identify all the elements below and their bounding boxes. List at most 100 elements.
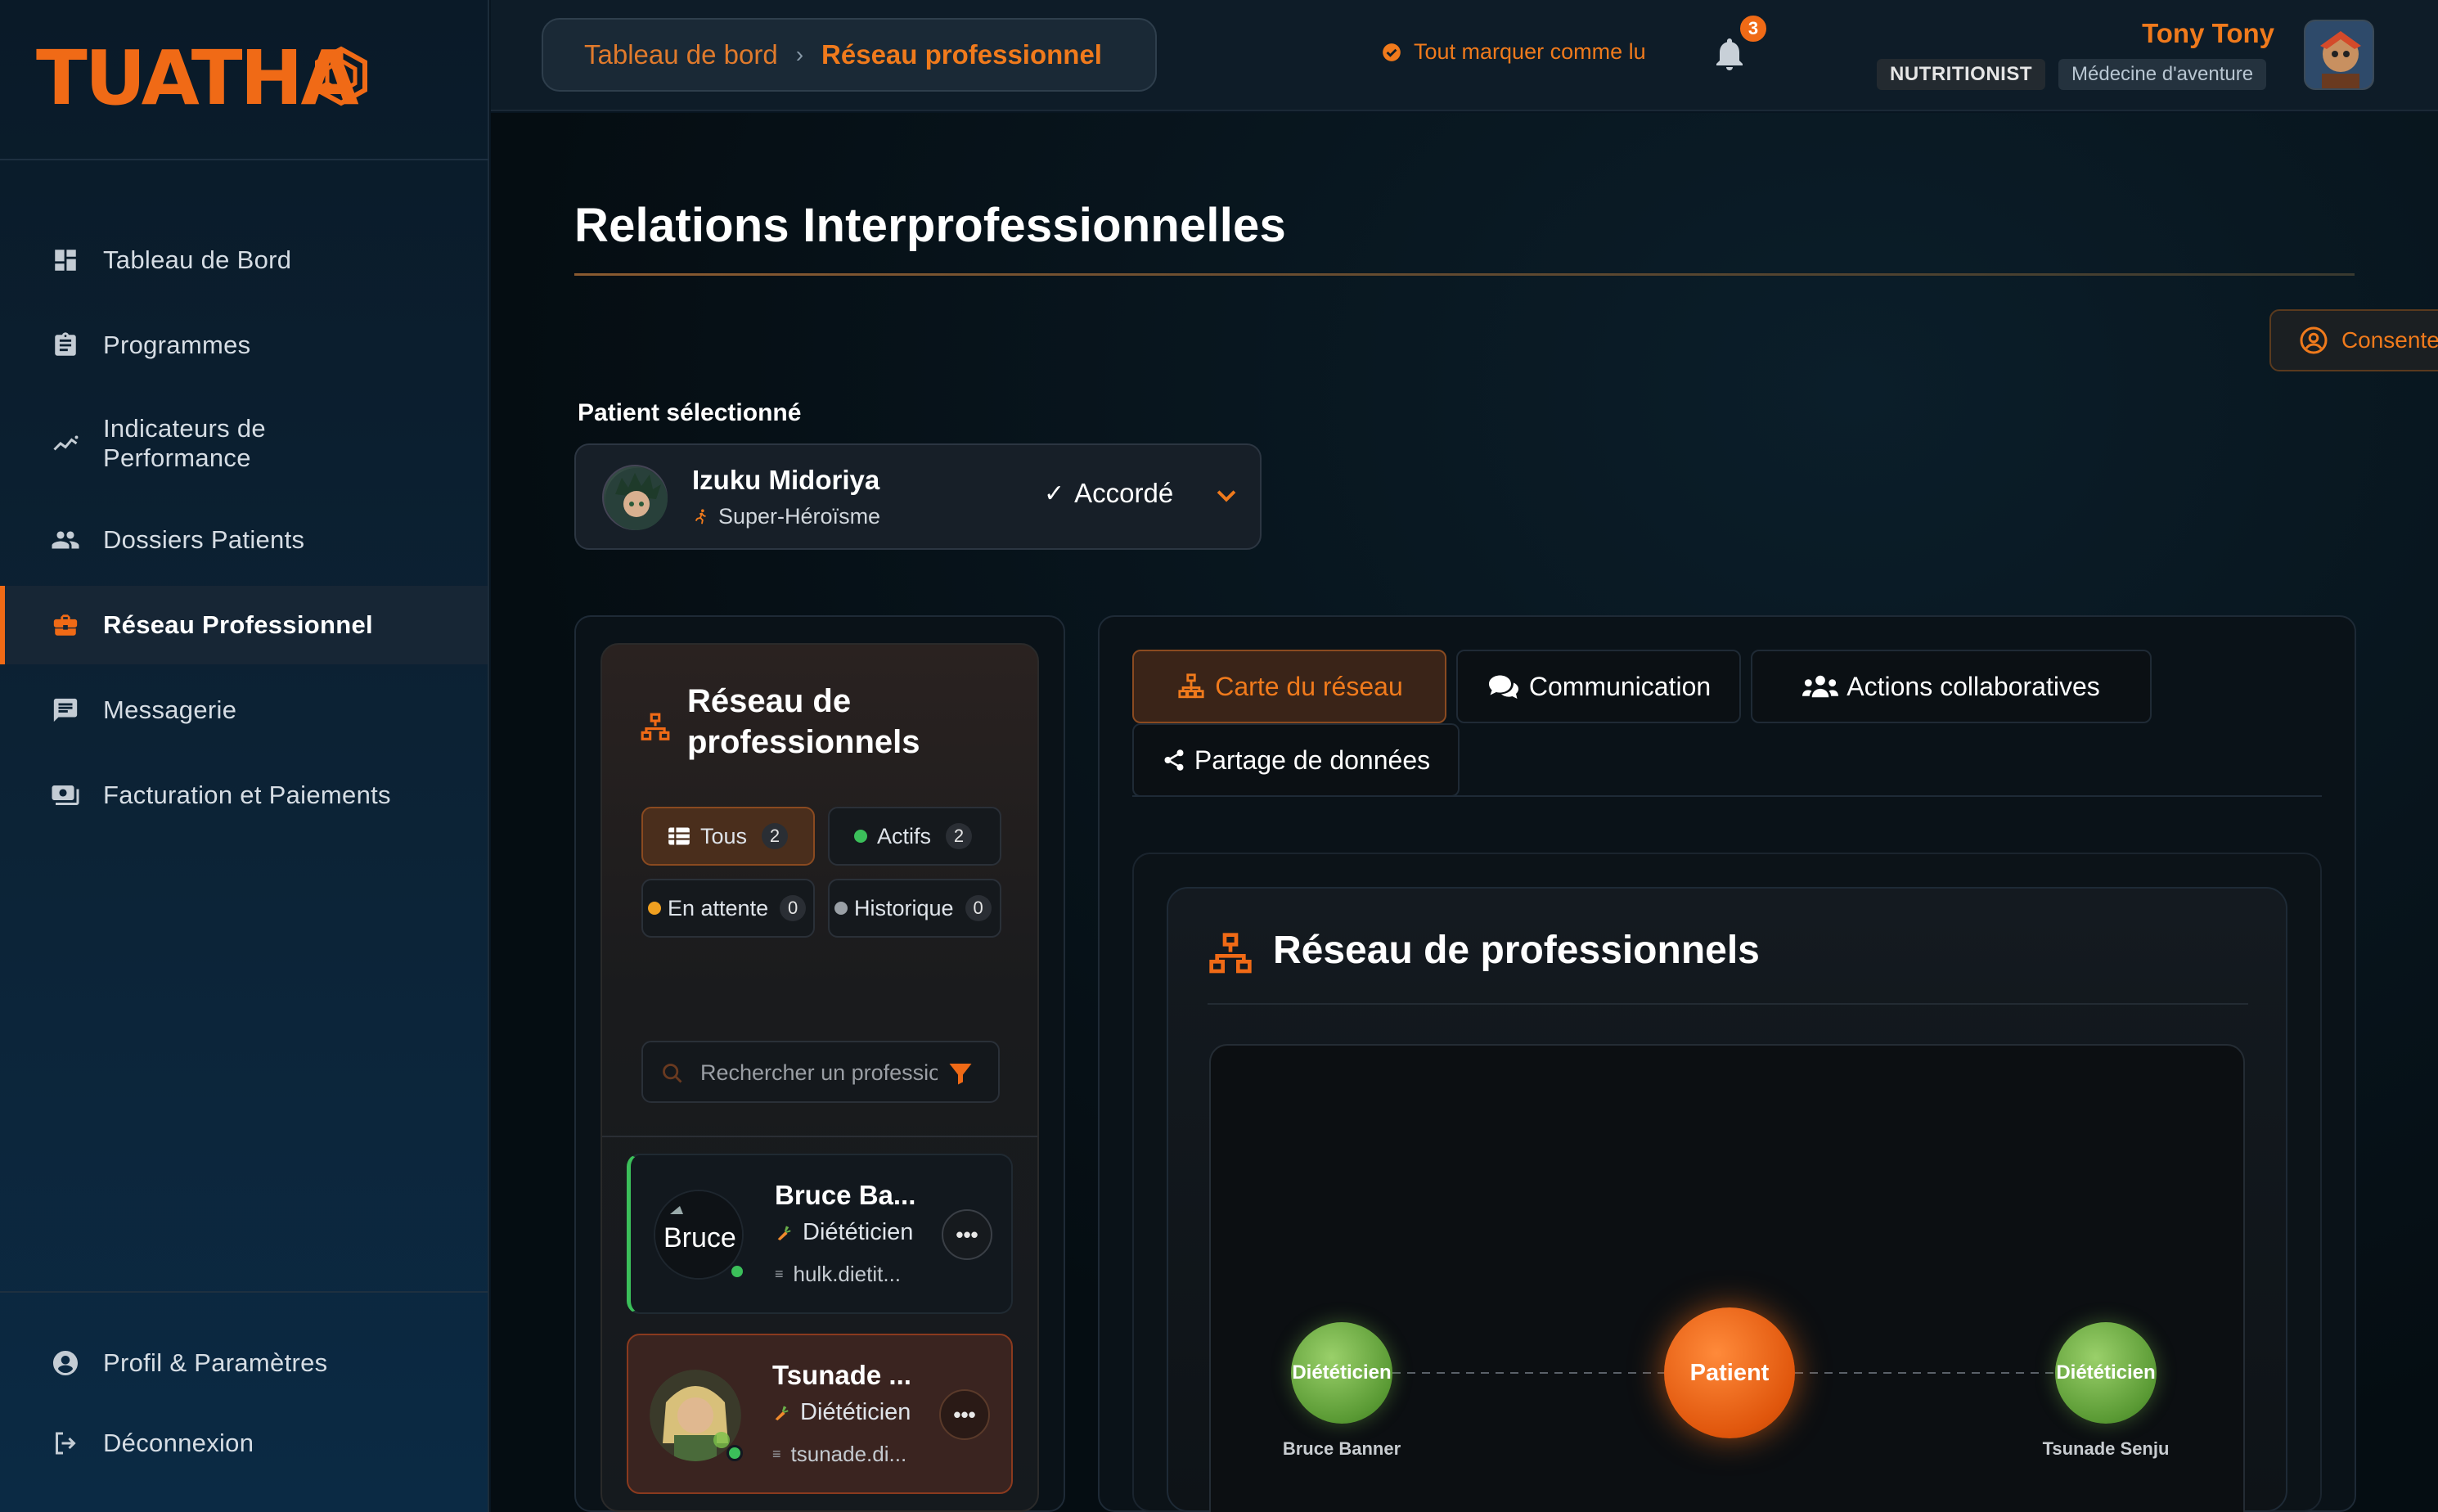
sidebar-item-label: Réseau Professionnel: [103, 610, 373, 639]
professional-search: [641, 1041, 1000, 1103]
sidebar-item-label: Déconnexion: [103, 1429, 254, 1457]
tab-collaborative-actions[interactable]: Actions collaboratives: [1751, 650, 2152, 723]
more-options-button[interactable]: •••: [942, 1209, 992, 1260]
specialty-badge: Médecine d'aventure: [2058, 59, 2267, 90]
sidebar-footer: Profil & Paramètres Déconnexion: [0, 1291, 488, 1512]
breadcrumb-current: Réseau professionnel: [821, 39, 1102, 70]
message-icon: [49, 694, 82, 727]
patient-select-label: Patient sélectionné: [578, 399, 802, 426]
professional-email-label: hulk.dietit...: [793, 1262, 902, 1286]
filter-history[interactable]: Historique 0: [828, 879, 1001, 938]
payment-icon: [49, 779, 82, 812]
filter-count: 0: [780, 895, 807, 921]
sidebar-item-profile[interactable]: Profil & Paramètres: [0, 1324, 488, 1402]
filter-count: 2: [762, 823, 789, 849]
patient-name: Izuku Midoriya: [692, 465, 880, 495]
sidebar-item-label: Facturation et Paiements: [103, 781, 391, 809]
sidebar-item-messaging[interactable]: Messagerie: [0, 671, 488, 749]
tab-label: Partage de données: [1194, 745, 1431, 775]
professional-name: Tsunade ...: [772, 1360, 911, 1390]
sidebar: TUATHA Tableau de Bord Programmes Indica…: [0, 0, 489, 1512]
sidebar-item-patients[interactable]: Dossiers Patients: [0, 501, 488, 579]
user-circle-icon: [2300, 326, 2328, 354]
title-divider: [574, 273, 2355, 276]
table-list-icon: [668, 827, 690, 845]
network-list-title: Réseau de professionnels: [687, 683, 920, 760]
tab-label: Communication: [1528, 671, 1712, 701]
briefcase-icon: [49, 609, 82, 641]
chevron-down-icon[interactable]: [1212, 481, 1240, 509]
avatar-image: [2305, 21, 2373, 88]
patient-selector[interactable]: Izuku Midoriya Super-Héroïsme ✓ Accordé: [574, 443, 1262, 550]
top-bar: Tableau de bord › Réseau professionnel T…: [491, 0, 2438, 111]
tab-label: Actions collaboratives: [1846, 671, 2100, 701]
professional-role-label: Diététicien: [803, 1219, 914, 1245]
green-dot-icon: [854, 830, 867, 843]
sidebar-item-network[interactable]: Réseau Professionnel: [0, 586, 488, 664]
node-label: Diététicien: [2056, 1361, 2156, 1384]
running-icon: [695, 508, 706, 524]
network-node-dietitian-1[interactable]: Diététicien: [1291, 1322, 1392, 1424]
sidebar-item-dashboard[interactable]: Tableau de Bord: [0, 221, 488, 299]
professional-card[interactable]: Bruce Banner Bruce Ba... Diététicien ≡ h…: [627, 1154, 1013, 1314]
mark-all-read-label: Tout marquer comme lu: [1414, 39, 1646, 64]
comments-icon: [1488, 675, 1518, 699]
main-content: Relations Interprofessionnelles Consente…: [491, 113, 2438, 1512]
professional-role: Diététicien: [772, 1399, 911, 1426]
brand-cube-icon: [315, 46, 367, 106]
search-icon: [663, 1064, 682, 1083]
consent-button[interactable]: Consentement: [2269, 309, 2438, 371]
tab-network-map[interactable]: Carte du réseau: [1132, 650, 1446, 723]
network-map-title: Réseau de professionnels: [1273, 929, 1760, 972]
patient-sport-label: Super-Héroïsme: [718, 504, 881, 529]
tabs-divider: [1132, 795, 2322, 797]
network-node-dietitian-2[interactable]: Diététicien: [2055, 1322, 2157, 1424]
panel-divider: [602, 1136, 1037, 1137]
more-options-button[interactable]: •••: [939, 1389, 990, 1440]
trending-up-icon: [49, 427, 82, 460]
network-list-panel: Réseau de professionnels Tous 2 Actifs 2…: [601, 643, 1039, 1512]
online-indicator: [729, 1263, 745, 1280]
filter-funnel-icon[interactable]: [946, 1059, 975, 1088]
sidebar-item-label: Dossiers Patients: [103, 525, 305, 554]
sidebar-item-performance[interactable]: Indicateurs de Performance: [0, 403, 488, 484]
professional-email: ≡ hulk.dietit...: [775, 1262, 901, 1287]
professional-role: Diététicien: [775, 1219, 913, 1246]
network-graph-canvas[interactable]: Diététicien Bruce Banner Patient Diététi…: [1209, 1044, 2245, 1512]
brand-logo[interactable]: TUATHA: [36, 38, 359, 119]
avatar-alt-text: Bruce Banner: [663, 1222, 744, 1253]
logout-icon: [49, 1427, 82, 1460]
filter-pending[interactable]: En attente 0: [641, 879, 815, 938]
sidebar-item-logout[interactable]: Déconnexion: [0, 1404, 488, 1483]
people-icon: [49, 524, 82, 556]
network-node-patient[interactable]: Patient: [1664, 1307, 1795, 1438]
professional-card[interactable]: Tsunade ... Diététicien ≡ tsunade.di... …: [627, 1334, 1013, 1494]
user-avatar[interactable]: [2304, 20, 2374, 90]
node-caption: Tsunade Senju: [2042, 1438, 2170, 1459]
chevron-right-icon: ›: [795, 42, 804, 67]
checkmark-icon: ✓: [1044, 479, 1065, 507]
orange-dot-icon: [648, 902, 661, 915]
clipboard-icon: [49, 329, 82, 362]
online-indicator: [726, 1445, 743, 1461]
sidebar-item-programs[interactable]: Programmes: [0, 306, 488, 385]
tab-communication[interactable]: Communication: [1456, 650, 1741, 723]
filter-all[interactable]: Tous 2: [641, 807, 815, 866]
filter-active[interactable]: Actifs 2: [828, 807, 1001, 866]
patient-sport: Super-Héroïsme: [692, 504, 880, 529]
users-icon: [1802, 675, 1839, 698]
mark-all-read-button[interactable]: Tout marquer comme lu: [1381, 39, 1646, 65]
sidebar-item-label: Tableau de Bord: [103, 245, 292, 274]
sidebar-item-label: Messagerie: [103, 695, 237, 724]
check-circle-icon: [1383, 43, 1401, 61]
tab-data-sharing[interactable]: Partage de données: [1132, 723, 1460, 797]
node-label: Diététicien: [1292, 1361, 1392, 1384]
node-caption: Bruce Banner: [1282, 1438, 1401, 1459]
email-icon: ≡: [772, 1446, 781, 1462]
search-input[interactable]: [700, 1055, 938, 1090]
breadcrumb-dashboard-link[interactable]: Tableau de bord: [584, 39, 778, 70]
filter-count: 2: [946, 823, 973, 849]
filter-label: Historique: [854, 895, 954, 920]
sidebar-item-billing[interactable]: Facturation et Paiements: [0, 756, 488, 835]
professional-name: Bruce Ba...: [775, 1180, 916, 1210]
